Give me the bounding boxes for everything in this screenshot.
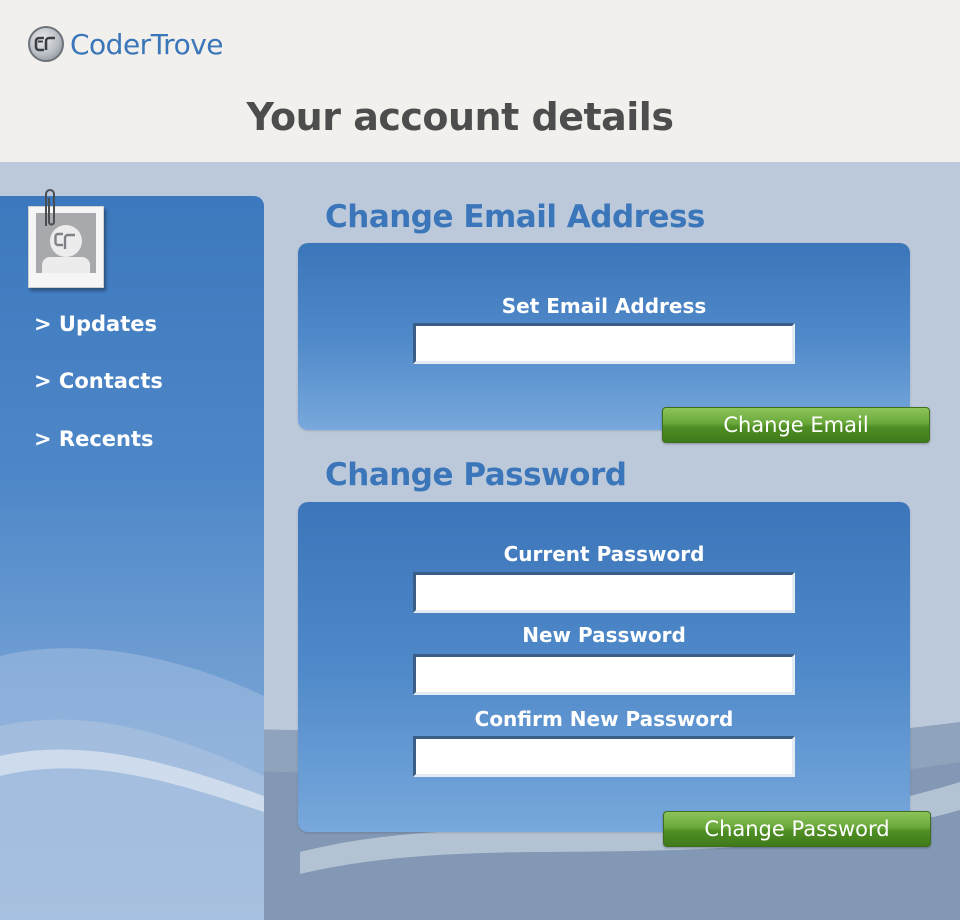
current-password-field[interactable] xyxy=(413,572,795,613)
sidebar xyxy=(0,196,264,920)
current-password-label: Current Password xyxy=(503,542,705,566)
sidebar-item-contacts[interactable]: > Contacts xyxy=(34,369,163,393)
email-section-title: Change Email Address xyxy=(325,199,705,235)
change-password-button[interactable]: Change Password xyxy=(663,811,931,847)
password-section-title: Change Password xyxy=(325,457,627,493)
confirm-password-field[interactable] xyxy=(413,736,795,777)
new-password-field[interactable] xyxy=(413,654,795,695)
sidebar-waves xyxy=(0,648,264,920)
codertrove-logo-icon xyxy=(28,26,64,62)
page-title: Your account details xyxy=(246,95,674,139)
sidebar-item-updates[interactable]: > Updates xyxy=(34,312,157,336)
email-field-label: Set Email Address xyxy=(501,294,707,318)
brand-name: CoderTrove xyxy=(70,27,224,61)
change-email-button[interactable]: Change Email xyxy=(662,407,930,443)
confirm-password-label: Confirm New Password xyxy=(474,707,734,731)
sidebar-item-recents[interactable]: > Recents xyxy=(34,427,154,451)
header: CoderTrove Your account details xyxy=(0,0,960,162)
email-field[interactable] xyxy=(413,323,795,364)
new-password-label: New Password xyxy=(522,623,686,647)
paperclip-icon xyxy=(45,189,55,226)
brand-logo[interactable]: CoderTrove xyxy=(28,26,224,62)
